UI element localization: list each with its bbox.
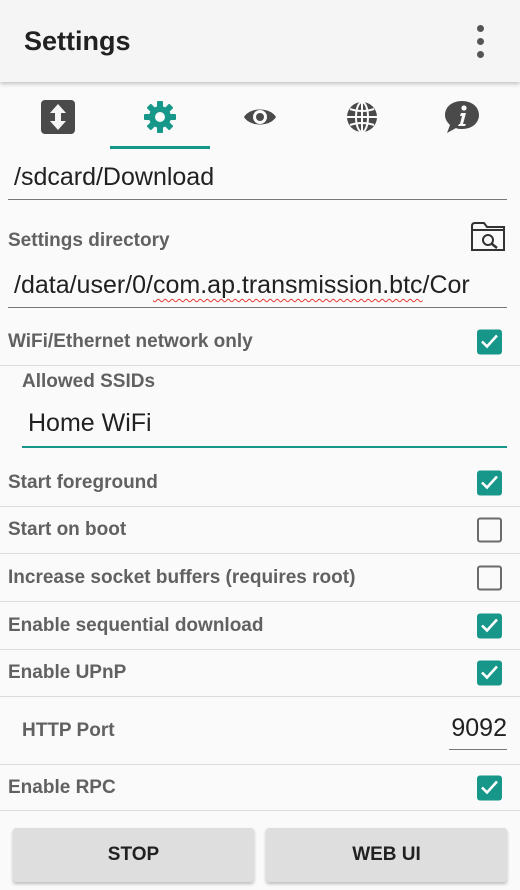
wifi-only-checkbox[interactable] [477,329,502,354]
tab-view[interactable] [208,82,312,152]
tab-bar [0,82,520,152]
sequential-download-checkbox[interactable] [477,613,502,638]
allowed-ssids-label: Allowed SSIDs [22,371,156,392]
http-port-field[interactable]: 9092 [449,714,507,750]
tab-transfer[interactable] [6,82,110,152]
option-label: Enable UPnP [8,662,127,683]
http-port-label: HTTP Port [22,719,115,741]
page-title: Settings [24,26,131,56]
option-label: Enable sequential download [8,614,264,636]
option-row[interactable]: Start on boot [0,507,520,554]
option-label: Increase socket buffers (requires root) [8,566,356,588]
stop-button[interactable]: STOP [13,828,254,882]
settings-dir-prefix: /data/user/0/ [14,271,153,299]
rpc-row[interactable]: Enable RPC [0,765,520,811]
settings-directory-field[interactable]: /data/user/0/com.ap.transmission.btc/Cor [8,268,507,308]
start-on-boot-checkbox[interactable] [477,517,502,543]
tab-settings[interactable] [108,82,212,152]
option-label: Start foreground [8,471,158,493]
option-label: Start on boot [8,519,127,540]
settings-directory-label: Settings directory [8,230,170,251]
socket-buffers-checkbox[interactable] [477,565,502,590]
http-port-row: HTTP Port [0,697,520,765]
active-tab-indicator [110,146,210,149]
eye-icon [244,109,276,125]
option-row[interactable]: Enable sequential download [0,602,520,650]
transfer-icon [41,100,75,134]
option-row[interactable]: Enable UPnP [0,650,520,697]
wifi-only-label: WiFi/Ethernet network only [8,330,253,352]
download-directory-field[interactable]: /sdcard/Download [8,160,507,200]
wifi-only-row[interactable]: WiFi/Ethernet network only [0,318,520,366]
allowed-ssids-field[interactable]: Home WiFi [22,405,507,448]
option-row[interactable]: Start foreground [0,459,520,507]
gear-icon [144,101,176,133]
start-foreground-checkbox[interactable] [477,470,502,495]
rpc-label: Enable RPC [8,776,116,798]
folder-search-icon[interactable] [470,219,506,253]
globe-icon [347,101,377,133]
tab-info[interactable] [410,82,514,152]
rpc-checkbox[interactable] [477,775,502,800]
upnp-checkbox[interactable] [477,660,502,686]
app-bar: Settings [0,0,520,82]
option-row[interactable]: Increase socket buffers (requires root) [0,554,520,602]
tab-network[interactable] [310,82,414,152]
web-ui-button[interactable]: WEB UI [266,828,507,882]
settings-dir-misspelled: com.ap.transmission.btc [152,271,423,299]
settings-dir-suffix: /Cor [422,271,470,299]
info-icon [445,101,479,133]
overflow-menu-icon[interactable] [462,18,498,64]
